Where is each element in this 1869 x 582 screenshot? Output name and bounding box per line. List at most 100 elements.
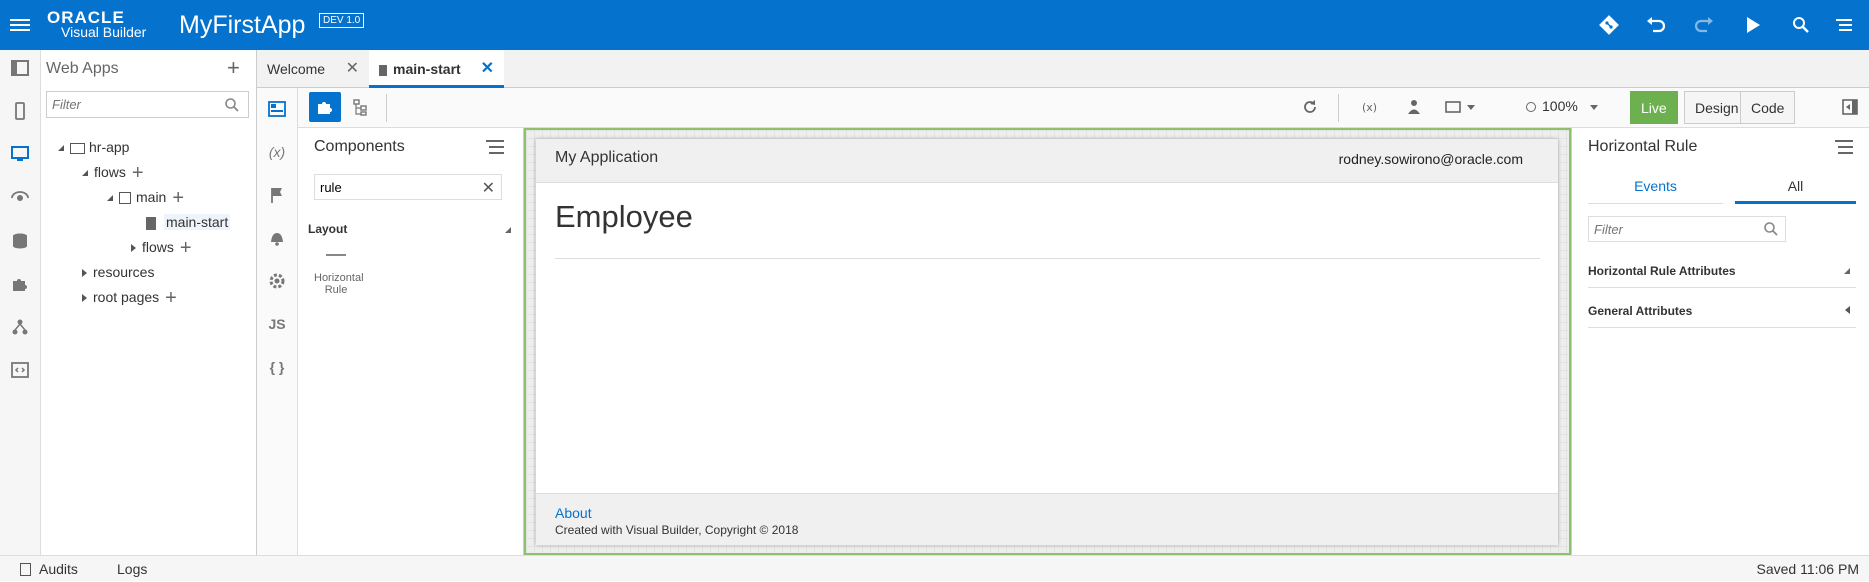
properties-menu-icon[interactable] <box>1835 140 1853 154</box>
undo-icon[interactable] <box>1643 12 1669 38</box>
copyright-text: Created with Visual Builder, Copyright ©… <box>555 523 799 537</box>
tree-item-root-pages[interactable]: root pages + <box>82 286 177 308</box>
horizontal-rule[interactable] <box>555 258 1540 259</box>
structure-tab-button[interactable] <box>345 92 377 122</box>
chevron-down-icon <box>1467 105 1475 110</box>
events-flag-icon[interactable] <box>266 184 288 206</box>
tab-all[interactable]: All <box>1735 176 1856 204</box>
properties-filter-input[interactable] <box>1589 217 1754 241</box>
expand-icon[interactable] <box>82 294 87 303</box>
business-objects-icon[interactable] <box>9 230 31 252</box>
user-email[interactable]: rodney.sowirono@oracle.com <box>1339 151 1523 167</box>
navigator-rail <box>0 50 41 555</box>
mobile-apps-icon[interactable] <box>9 100 31 122</box>
tab-events[interactable]: Events <box>1588 176 1723 204</box>
audits-icon <box>20 563 31 576</box>
components-title: Components <box>314 138 405 155</box>
properties-toggle-button[interactable] <box>1834 92 1866 122</box>
category-caret-icon[interactable] <box>505 227 511 233</box>
code-mode-button[interactable]: Code <box>1740 91 1796 124</box>
services-icon[interactable] <box>9 187 31 209</box>
collapse-icon[interactable] <box>82 170 88 177</box>
run-icon[interactable] <box>1739 12 1765 38</box>
page-designer-icon[interactable] <box>266 98 288 120</box>
roles-button[interactable] <box>1399 92 1431 122</box>
web-apps-filter-input[interactable] <box>47 92 217 117</box>
properties-title: Horizontal Rule <box>1588 138 1698 155</box>
expand-icon[interactable] <box>82 269 87 278</box>
section-horizontal-rule-attributes[interactable]: Horizontal Rule Attributes <box>1588 258 1856 288</box>
collapse-icon[interactable] <box>107 195 113 202</box>
add-flow-button[interactable]: + <box>132 162 144 184</box>
search-icon <box>1764 222 1778 236</box>
app-preview-name[interactable]: My Application <box>555 149 658 167</box>
clear-icon[interactable]: ✕ <box>482 178 495 198</box>
components-puzzle-icon[interactable] <box>9 273 31 295</box>
add-root-page-button[interactable]: + <box>165 287 177 309</box>
structure-icon <box>353 99 367 116</box>
section-label: General Attributes <box>1588 304 1693 318</box>
tree-item-label: root pages <box>93 289 160 305</box>
search-icon[interactable] <box>1788 12 1814 38</box>
close-icon[interactable]: ✕ <box>346 50 359 88</box>
variables-icon[interactable]: (x) <box>266 141 288 163</box>
live-mode-button[interactable]: Live <box>1630 91 1678 124</box>
web-apps-panel: Web Apps + hr-app flows + main + main-star… <box>41 50 257 555</box>
page-icon <box>146 216 156 230</box>
expand-icon[interactable] <box>131 244 136 253</box>
components-filter[interactable]: ✕ <box>314 174 502 200</box>
tree-item-sub-flows[interactable]: flows + <box>131 236 192 258</box>
zoom-dropdown[interactable]: 100% <box>1526 98 1598 114</box>
json-icon[interactable]: { } <box>266 356 288 378</box>
tab-main-start[interactable]: main-start ✕ <box>369 50 504 88</box>
processes-icon[interactable] <box>9 316 31 338</box>
git-icon[interactable] <box>1596 12 1622 38</box>
desktop-icon <box>70 142 85 154</box>
page-canvas: My Application rodney.sowirono@oracle.co… <box>524 128 1571 555</box>
visual-builder-logo-text: Visual Builder <box>61 24 147 40</box>
close-icon[interactable]: ✕ <box>481 50 494 88</box>
tree-item-flows[interactable]: flows + <box>82 161 144 183</box>
screen-size-icon <box>1445 101 1461 113</box>
redo-icon[interactable] <box>1691 12 1717 38</box>
add-flow-button[interactable]: + <box>180 237 192 259</box>
panel-toggle-icon <box>1842 99 1858 115</box>
about-link[interactable]: About <box>555 505 592 521</box>
page-heading[interactable]: Employee <box>555 199 693 235</box>
category-layout[interactable]: Layout <box>308 222 347 236</box>
add-page-button[interactable]: + <box>172 187 184 209</box>
logs-button[interactable]: Logs <box>117 556 147 582</box>
menu-list-icon[interactable] <box>1831 12 1857 38</box>
zoom-level: 100% <box>1542 98 1578 114</box>
palette-menu-icon[interactable] <box>486 140 504 154</box>
tree-item-main-start[interactable]: main-start <box>146 211 231 233</box>
tab-welcome[interactable]: Welcome ✕ <box>257 50 369 88</box>
tree-item-hr-app[interactable]: hr-app <box>58 136 129 158</box>
add-web-app-button[interactable]: + <box>227 57 240 79</box>
web-apps-icon[interactable] <box>9 143 31 165</box>
tree-item-label: flows <box>94 164 126 180</box>
hamburger-menu-icon[interactable] <box>10 16 30 34</box>
device-size-dropdown[interactable] <box>1438 92 1484 122</box>
horizontal-rule-component[interactable]: Horizontal Rule <box>314 244 364 296</box>
tree-item-label: resources <box>93 264 155 280</box>
notification-bell-icon[interactable] <box>266 227 288 249</box>
component-label: Horizontal Rule <box>314 272 364 296</box>
flow-icon <box>119 192 131 205</box>
navigator-toggle-icon[interactable] <box>9 57 31 79</box>
audits-button[interactable]: Audits <box>20 556 78 582</box>
section-general-attributes[interactable]: General Attributes <box>1588 298 1856 328</box>
properties-filter[interactable] <box>1588 216 1786 242</box>
zoom-search-icon <box>1526 102 1536 112</box>
components-filter-input[interactable] <box>315 175 475 199</box>
tree-item-main[interactable]: main + <box>107 186 184 208</box>
source-view-icon[interactable] <box>9 359 31 381</box>
collapse-icon[interactable] <box>58 145 64 152</box>
web-apps-filter[interactable] <box>46 91 249 118</box>
settings-gear-icon[interactable] <box>266 270 288 292</box>
tree-item-resources[interactable]: resources <box>82 261 154 283</box>
javascript-icon[interactable]: JS <box>266 313 288 335</box>
refresh-button[interactable] <box>1294 92 1326 122</box>
components-tab-button[interactable] <box>309 92 341 122</box>
variables-button[interactable]: (x) <box>1354 92 1386 122</box>
